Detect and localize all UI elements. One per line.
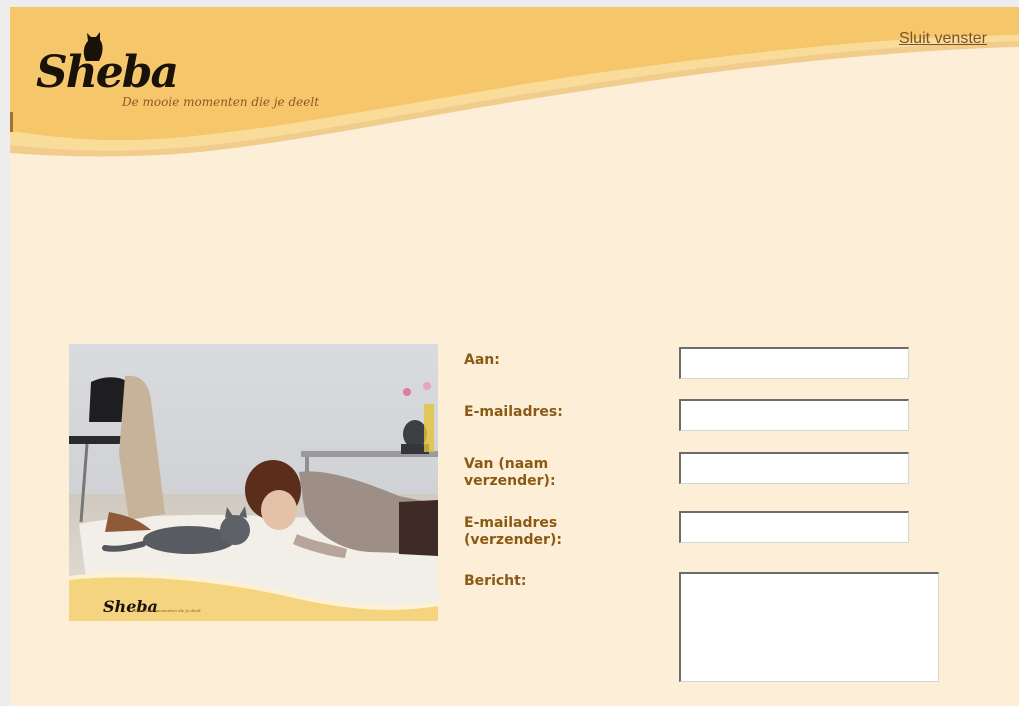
logo-wordmark: Sheba [36,47,179,98]
message-textarea[interactable] [679,572,939,682]
logo-tagline: De mooie momenten die je deelt [122,95,320,109]
sender-email-label: E-mailadres (verzender): [464,515,562,548]
photo-logo-tagline: De mooie momenten die je deelt [134,608,201,613]
message-label: Bericht: [464,573,527,589]
e-card-photo: Sheba De mooie momenten die je deelt [69,344,438,621]
close-window-link[interactable]: Sluit venster [899,30,987,48]
sender-name-label: Van (naam verzender): [464,456,556,489]
to-label: Aan: [464,352,500,368]
email-input[interactable] [679,399,909,431]
e-card-window: Sheba De mooie momenten die je deelt Slu… [10,7,1019,706]
sheba-logo: Sheba De mooie momenten die je deelt [30,25,350,125]
to-input[interactable] [679,347,909,379]
sender-name-input[interactable] [679,452,909,484]
woman-with-cat-image: Sheba De mooie momenten die je deelt [69,344,438,621]
photo-logo-wordmark: Sheba [103,597,158,616]
sender-email-input[interactable] [679,511,909,543]
email-label: E-mailadres: [464,404,563,420]
